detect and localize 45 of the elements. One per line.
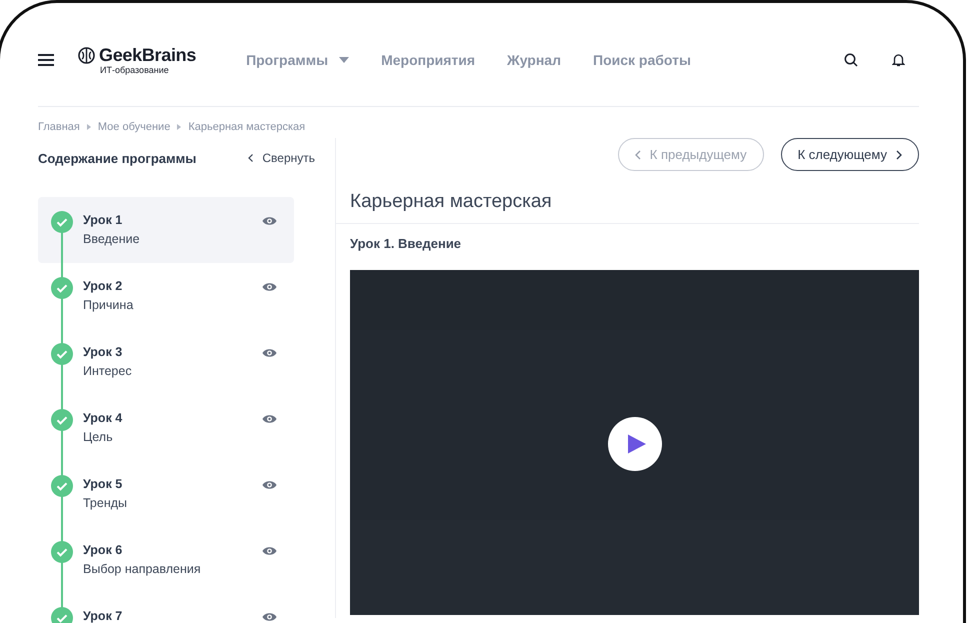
lesson-item[interactable]: Урок 6 Выбор направления (38, 527, 294, 593)
lesson-heading: Урок 1. Введение (350, 236, 462, 253)
chevron-icon (248, 154, 254, 162)
chevron-icon (177, 124, 182, 130)
search-icon[interactable] (844, 52, 858, 66)
lesson-subtitle: Тренды (83, 496, 128, 510)
chevron-icon (896, 150, 902, 160)
chevron-icon (86, 124, 91, 130)
lesson-item[interactable]: Урок 5 Тренды (38, 461, 294, 527)
eye-icon[interactable] (262, 216, 277, 226)
lesson-item[interactable]: Урок 3 Интерес (38, 329, 294, 395)
lesson-subtitle: Интерес (83, 364, 133, 378)
next-button[interactable]: К следующему (780, 138, 919, 171)
bell-icon[interactable] (892, 52, 905, 66)
course-title: Карьерная мастерская (350, 191, 553, 214)
logo-tagline: ИТ-образование (100, 64, 170, 74)
lesson-title: Урок 3 (83, 345, 124, 359)
caret-icon (339, 56, 350, 62)
lesson-subtitle: Цель (83, 430, 114, 444)
eye-icon[interactable] (262, 282, 277, 292)
logo-icon (78, 46, 95, 64)
lesson-title: Урок 6 (83, 543, 124, 557)
lesson-subtitle: Выбор направления (83, 562, 202, 576)
lesson-title: Урок 7 (83, 609, 124, 623)
eye-icon[interactable] (262, 546, 277, 556)
eye-icon[interactable] (262, 348, 277, 358)
lesson-subtitle: Причина (83, 298, 134, 312)
play-icon (627, 433, 647, 455)
chevron-icon (634, 150, 641, 160)
lesson-title: Урок 2 (83, 279, 124, 293)
lesson-item[interactable]: Урок 4 Цель (38, 395, 294, 461)
lesson-item[interactable]: Урок 1 Введение (38, 197, 294, 263)
lesson-title: Урок 5 (83, 477, 124, 491)
eye-icon[interactable] (262, 414, 277, 424)
eye-icon[interactable] (262, 612, 277, 622)
logo-text[interactable]: GeekBrains (99, 44, 196, 66)
lesson-item[interactable]: Урок 7 (38, 593, 294, 623)
sidebar-title: Содержание программы (38, 150, 196, 166)
collapse-button[interactable]: Свернуть (248, 151, 315, 165)
lesson-subtitle: Введение (83, 232, 141, 246)
lesson-item[interactable]: Урок 2 Причина (38, 263, 294, 329)
lesson-title: Урок 4 (83, 411, 124, 425)
menu-icon[interactable] (38, 54, 54, 66)
lesson-title: Урок 1 (83, 213, 124, 227)
eye-icon[interactable] (262, 480, 277, 490)
